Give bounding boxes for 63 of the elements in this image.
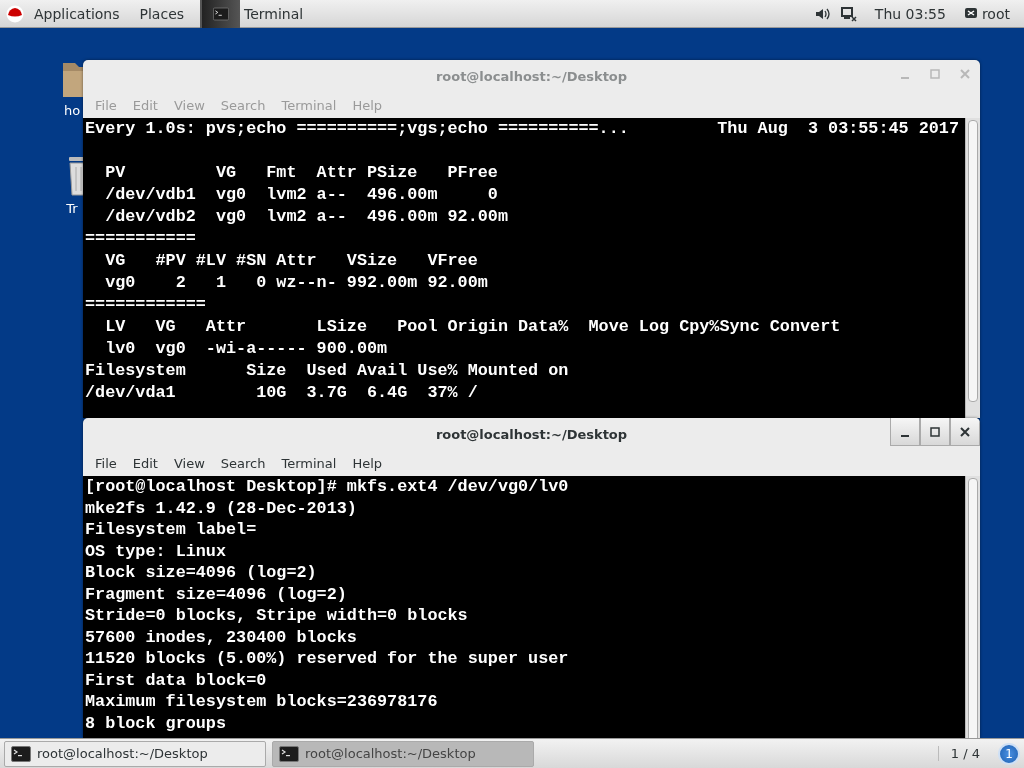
terminal-line: /dev/vdb2 vg0 lvm2 a-- 496.00m 92.00m bbox=[104, 206, 509, 228]
scrollbar[interactable] bbox=[965, 118, 980, 418]
terminal-line: [root@localhost Desktop]# mkfs.ext4 /dev/vg0/lv0 bbox=[85, 476, 570, 498]
terminal-line: First data block=0 bbox=[85, 669, 268, 691]
top-menu[interactable]: Places bbox=[129, 5, 195, 22]
taskbar-item[interactable]: root@localhost:~/Desktop bbox=[4, 740, 266, 767]
terminal-line: LV VG Attr LSize Pool Origin Data% Move Log Cpy%Sync Convert bbox=[104, 316, 842, 338]
menu-item[interactable]: Help bbox=[344, 455, 391, 471]
terminal-icon bbox=[279, 745, 299, 762]
terminal-line: 57600 inodes, 230400 blocks bbox=[85, 626, 358, 648]
scrollbar[interactable] bbox=[965, 476, 980, 738]
close-icon bbox=[960, 426, 970, 437]
volume-icon[interactable] bbox=[814, 6, 831, 21]
terminal-icon bbox=[213, 6, 230, 21]
user-menu[interactable]: root bbox=[977, 5, 1024, 22]
watch-command: Every 1.0s: pvs;echo ==========;vgs;echo ==========... bbox=[85, 118, 629, 140]
minimize-icon bbox=[901, 434, 909, 437]
terminal-line: Block size=4096 (log=2) bbox=[85, 562, 318, 584]
terminal-line: vg0 2 1 0 wz--n- 992.00m 92.00m bbox=[104, 272, 489, 294]
minimize-icon bbox=[901, 77, 909, 79]
close-icon bbox=[960, 69, 970, 79]
top-menu[interactable]: Applications bbox=[24, 5, 130, 22]
window-title: root@localhost:~/Desktop bbox=[435, 68, 628, 84]
maximize-icon bbox=[930, 69, 940, 79]
terminal-line: ============ bbox=[85, 294, 207, 316]
maximize-button[interactable] bbox=[920, 418, 950, 446]
active-app-label[interactable]: Terminal bbox=[244, 5, 304, 22]
terminal-line: Filesystem label= bbox=[85, 519, 258, 541]
terminal-line: Maximum filesystem blocks=236978176 bbox=[85, 691, 439, 713]
terminal-line: /dev/vdb1 vg0 lvm2 a-- 496.00m 0 bbox=[104, 184, 499, 206]
menu-item[interactable]: File bbox=[87, 455, 125, 471]
menu-item[interactable]: Terminal bbox=[273, 455, 345, 471]
window-title: root@localhost:~/Desktop bbox=[435, 426, 628, 442]
notification-badge[interactable]: 1 bbox=[998, 742, 1020, 765]
network-icon[interactable] bbox=[840, 5, 857, 22]
menu-item[interactable]: View bbox=[165, 455, 213, 471]
terminal-line: /dev/vda1 10G 3.7G 6.4G 37% / bbox=[85, 382, 479, 404]
menu-item[interactable]: Search bbox=[212, 455, 274, 471]
terminal-line: OS type: Linux bbox=[85, 540, 227, 562]
terminal-line: VG #PV #LV #SN Attr VSize VFree bbox=[104, 250, 479, 272]
terminal-line: lv0 vg0 -wi-a----- 900.00m bbox=[104, 338, 389, 360]
terminal-line: 8 block groups bbox=[85, 712, 227, 734]
terminal-line: 11520 blocks (5.00%) reserved for the super user bbox=[85, 648, 570, 670]
terminal-line: =========== bbox=[85, 228, 197, 250]
terminal-window[interactable] bbox=[83, 60, 980, 418]
terminal-window[interactable] bbox=[83, 418, 980, 738]
workspace-indicator[interactable]: 1 / 4 bbox=[937, 746, 992, 761]
user-icon bbox=[963, 6, 978, 21]
hat-icon bbox=[6, 4, 24, 23]
terminal-line: Fragment size=4096 (log=2) bbox=[85, 583, 348, 605]
menu-item[interactable]: Edit bbox=[124, 455, 166, 471]
terminal-line: mke2fs 1.42.9 (28-Dec-2013) bbox=[85, 497, 358, 519]
terminal-line: PV VG Fmt Attr PSize PFree bbox=[104, 162, 499, 184]
desktop-icon-label[interactable]: ho bbox=[63, 103, 81, 118]
terminal-line: Stride=0 blocks, Stripe width=0 blocks bbox=[85, 605, 469, 627]
taskbar-item[interactable]: root@localhost:~/Desktop bbox=[272, 740, 534, 767]
maximize-icon bbox=[930, 426, 940, 437]
terminal-line: Filesystem Size Used Avail Use% Mounted on bbox=[85, 360, 570, 382]
terminal-icon bbox=[11, 745, 31, 762]
close-button[interactable] bbox=[950, 418, 980, 446]
clock[interactable]: Thu 03:55 bbox=[864, 5, 956, 22]
watch-time: Thu Aug 3 03:55:45 2017 bbox=[717, 118, 959, 140]
desktop-icon-label[interactable]: Tr bbox=[66, 201, 78, 216]
